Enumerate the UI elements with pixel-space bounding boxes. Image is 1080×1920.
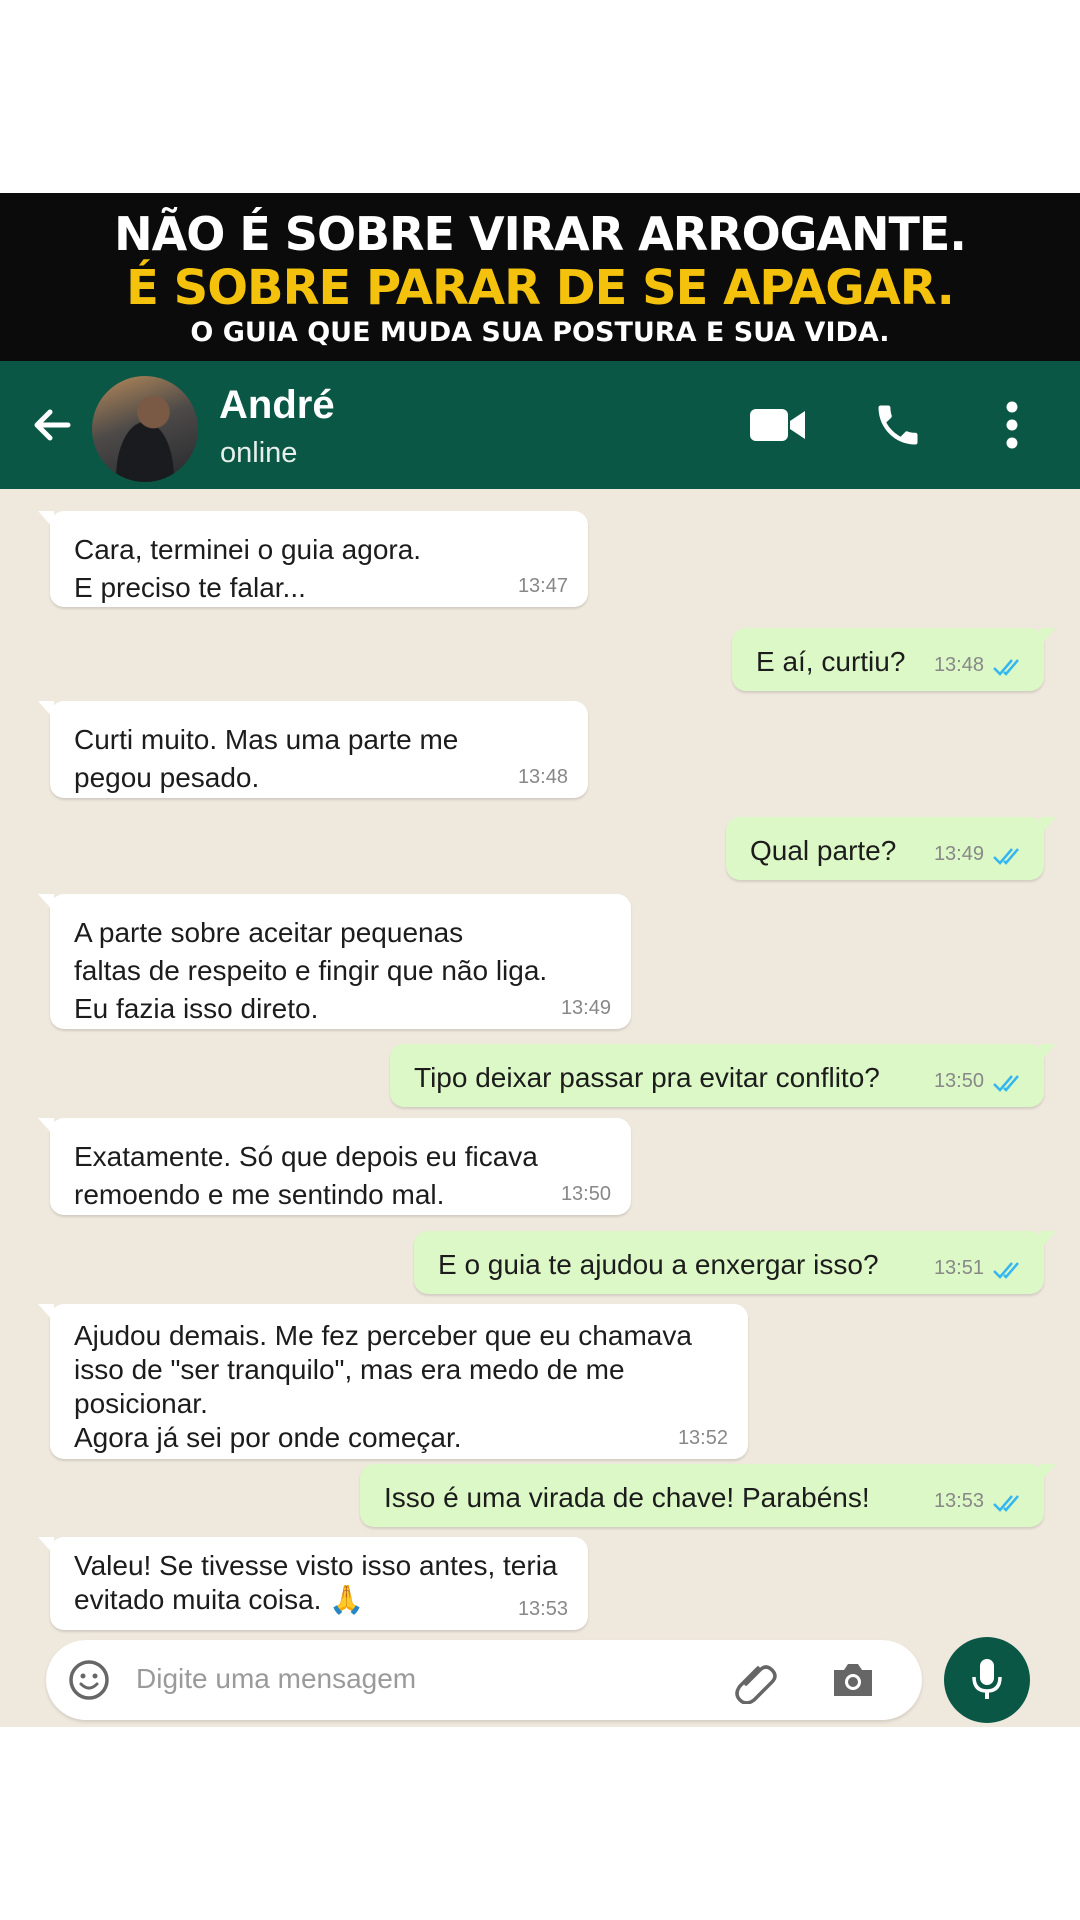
voice-record-button[interactable] [944, 1637, 1030, 1723]
message-text: Curti muito. Mas uma parte me pegou pesa… [74, 724, 459, 793]
message-time: 13:50 [560, 1183, 611, 1205]
read-ticks-icon [993, 659, 1019, 676]
message-text: Tipo deixar passar pra evitar conflito? [414, 1062, 880, 1093]
message-time: 13:51 [933, 1257, 984, 1279]
message-incoming[interactable]: Ajudou demais. Me fez perceber que eu ch… [38, 1304, 748, 1459]
message-incoming[interactable]: A parte sobre aceitar pequenas faltas de… [38, 894, 631, 1029]
banner-subtitle: O GUIA QUE MUDA SUA POSTURA E SUA VIDA. [190, 317, 890, 348]
message-text: Valeu! Se tivesse visto isso antes, teri… [74, 1550, 558, 1615]
emoji-icon[interactable] [68, 1659, 110, 1701]
message-text: Isso é uma virada de chave! Parabéns! [384, 1482, 870, 1513]
message-text: Exatamente. Só que depois eu ficava remo… [74, 1141, 538, 1210]
contact-name[interactable]: André [219, 383, 335, 428]
read-ticks-icon [993, 1262, 1019, 1279]
read-ticks-icon [993, 848, 1019, 865]
video-call-icon[interactable] [748, 401, 808, 449]
message-text: E aí, curtiu? [756, 646, 906, 677]
message-time: 13:48 [933, 654, 984, 676]
message-time: 13:49 [933, 843, 984, 865]
message-outgoing[interactable]: E o guia te ajudou a enxergar isso? 13:5… [414, 1231, 1056, 1294]
message-text: A parte sobre aceitar pequenas faltas de… [74, 917, 548, 1024]
message-input-bar[interactable]: Digite uma mensagem [46, 1640, 922, 1720]
message-incoming[interactable]: Curti muito. Mas uma parte me pegou pesa… [38, 701, 588, 798]
contact-status: online [220, 437, 298, 469]
message-outgoing[interactable]: Qual parte? 13:49 [726, 817, 1056, 880]
read-ticks-icon [993, 1075, 1019, 1092]
camera-icon[interactable] [830, 1660, 876, 1700]
message-text: E o guia te ajudou a enxergar isso? [438, 1249, 879, 1280]
banner-headline: NÃO É SOBRE VIRAR ARROGANTE. [114, 207, 967, 261]
read-ticks-icon [993, 1495, 1019, 1512]
more-options-icon[interactable] [1000, 399, 1024, 451]
chat-header: André online [0, 361, 1080, 489]
message-time: 13:53 [933, 1490, 984, 1512]
message-time: 13:47 [517, 575, 568, 597]
message-text: Cara, terminei o guia agora. E preciso t… [74, 534, 422, 603]
banner-highlight: É SOBRE PARAR DE SE APAGAR. [126, 260, 955, 316]
message-time: 13:48 [517, 766, 568, 788]
message-outgoing[interactable]: Tipo deixar passar pra evitar conflito? … [390, 1044, 1056, 1107]
message-outgoing[interactable]: Isso é uma virada de chave! Parabéns! 13… [360, 1464, 1056, 1527]
voice-call-icon[interactable] [872, 399, 924, 451]
microphone-icon [972, 1659, 1002, 1699]
back-arrow-icon[interactable] [28, 401, 76, 449]
chat-area[interactable]: Cara, terminei o guia agora. E preciso t… [0, 489, 1080, 1727]
message-incoming[interactable]: Valeu! Se tivesse visto isso antes, teri… [38, 1537, 588, 1630]
message-input[interactable]: Digite uma mensagem [136, 1663, 416, 1695]
contact-avatar[interactable] [92, 376, 198, 482]
message-time: 13:53 [517, 1598, 568, 1620]
message-time: 13:52 [677, 1427, 728, 1449]
message-text: Ajudou demais. Me fez perceber que eu ch… [74, 1320, 692, 1453]
message-incoming[interactable]: Cara, terminei o guia agora. E preciso t… [38, 511, 588, 607]
message-incoming[interactable]: Exatamente. Só que depois eu ficava remo… [38, 1118, 631, 1215]
promo-banner: NÃO É SOBRE VIRAR ARROGANTE. É SOBRE PAR… [0, 193, 1080, 361]
message-outgoing[interactable]: E aí, curtiu? 13:48 [732, 628, 1056, 691]
message-time: 13:49 [560, 997, 611, 1019]
attach-icon[interactable] [732, 1658, 778, 1704]
message-time: 13:50 [933, 1070, 984, 1092]
message-text: Qual parte? [750, 835, 897, 866]
